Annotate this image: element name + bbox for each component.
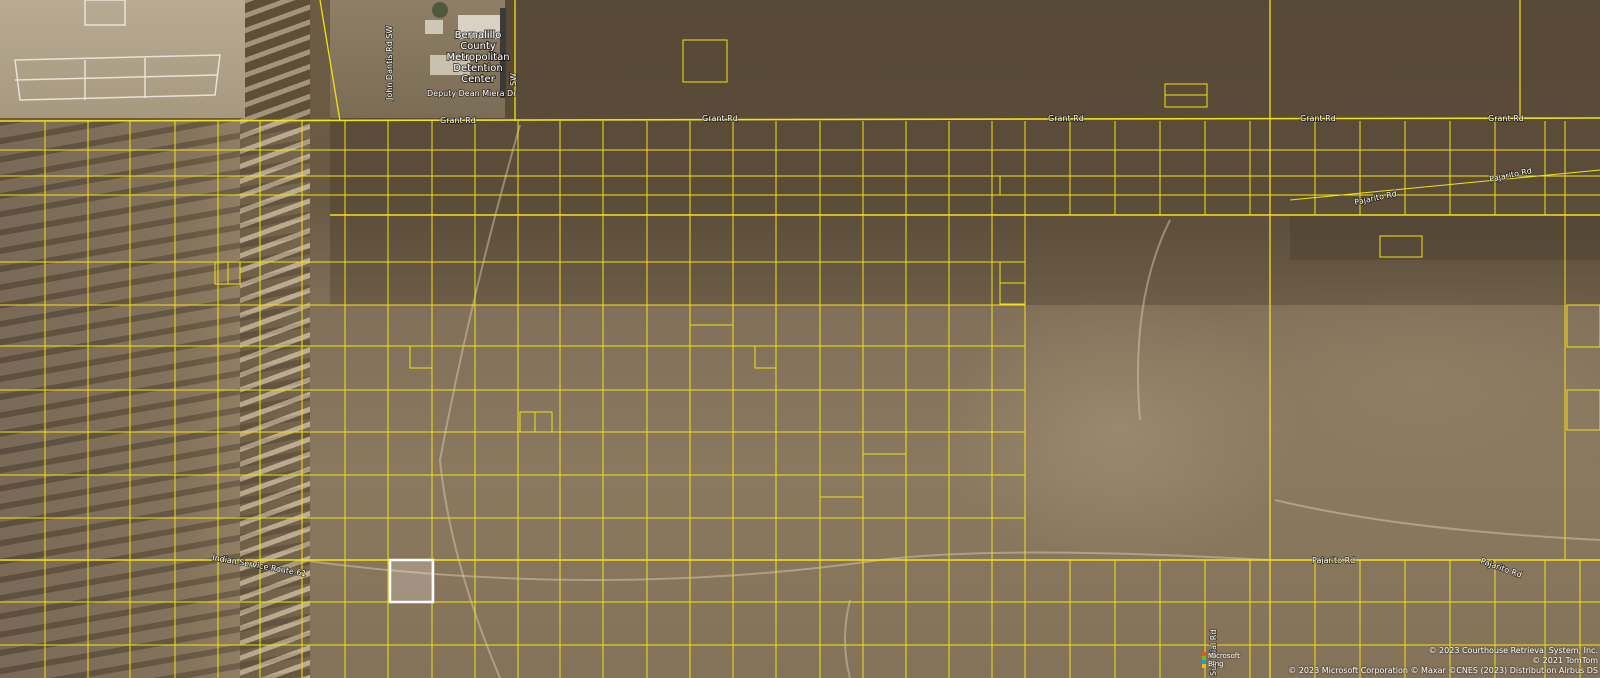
bing-logo: Microsoft Bing [1202,652,1240,668]
map-attribution: © 2023 Courthouse Retrieval System, Inc.… [1288,646,1598,676]
road-label-grant-rd-5: Grant Rd [1488,114,1524,123]
road-label-deputy-dean-miera: Deputy Dean Miera Dr [427,89,517,98]
microsoft-logo-icon [1202,652,1206,668]
parcel[interactable] [862,431,907,455]
parcel-boundaries [0,0,1600,678]
poi-label-line-3: Metropolitan [446,52,509,63]
road-label-pajarito-rd-3: Pajarito Rd [1312,556,1355,565]
parcel[interactable] [1566,389,1600,431]
poi-label-line-4: Detention [453,63,502,74]
parcel[interactable] [519,411,553,433]
landfill-cells [14,0,221,101]
selected-parcel[interactable] [388,558,435,604]
parcel[interactable] [682,39,728,83]
aerial-map[interactable]: Grant Rd Grant Rd Grant Rd Grant Rd Gran… [0,0,1600,678]
parcel[interactable] [689,304,734,326]
road-label-grant-rd-2: Grant Rd [702,114,738,123]
parcel-overlay: Grant Rd Grant Rd Grant Rd Grant Rd Gran… [0,0,1600,678]
road-label-grant-rd-4: Grant Rd [1300,114,1336,123]
bing-logo-line-1: Microsoft [1208,652,1240,660]
parcel[interactable] [754,345,777,369]
parcel[interactable] [1379,235,1423,258]
road-label-grant-rd-3: Grant Rd [1048,114,1084,123]
parcel-line [319,0,341,122]
poi-label-line-5: Center [461,74,496,85]
road-label-john-dantis-rd: John Dantis Rd SW [385,26,394,101]
parcel[interactable] [819,474,864,498]
attribution-line-1: © 2023 Courthouse Retrieval System, Inc. [1428,646,1598,655]
road-label-grant-rd-1: Grant Rd [440,116,476,125]
attribution-line-2: © 2021 TomTom [1532,656,1598,665]
poi-label-line-1: Bernalillo [455,30,502,41]
road-label-sw: SW [509,73,518,86]
attribution-line-3: © 2023 Microsoft Corporation © Maxar ©CN… [1288,666,1598,675]
parcel-line [0,117,1600,122]
poi-label-line-2: County [460,41,496,52]
road-label-indian-service-route-61: Indian Service Route 61 [212,553,307,578]
bing-logo-line-2: Bing [1208,660,1224,668]
parcel[interactable] [999,175,1026,196]
parcel[interactable] [1566,304,1600,348]
parcel[interactable] [409,345,433,369]
